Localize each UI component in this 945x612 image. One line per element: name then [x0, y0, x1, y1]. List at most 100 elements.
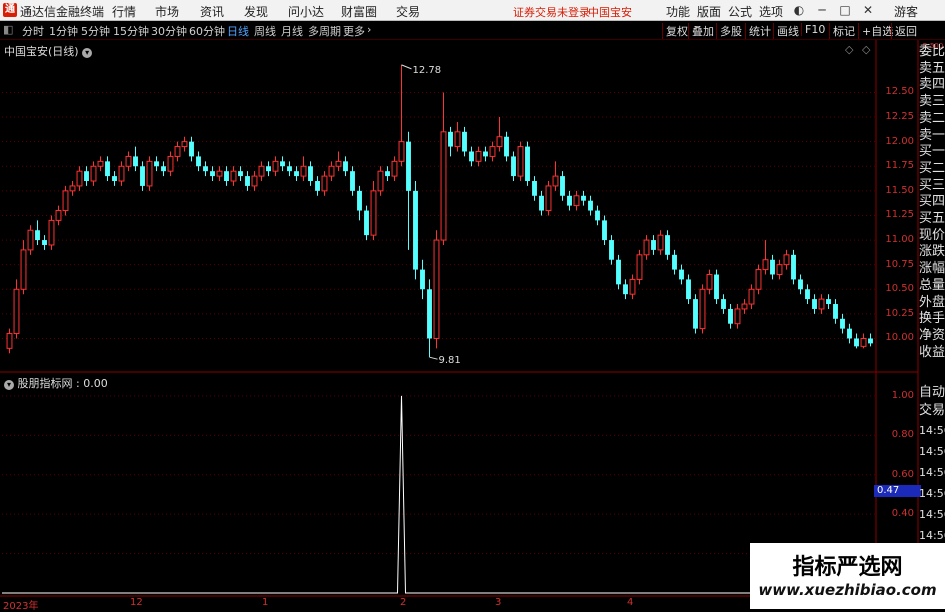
quote-field-label[interactable]: 卖四 [919, 77, 945, 93]
quote-field-label[interactable]: 收益 [919, 345, 945, 361]
candle-body [230, 170, 237, 182]
candle-body [714, 274, 719, 300]
candle-body [245, 176, 250, 186]
time-tick-label: 4 [627, 597, 634, 608]
candle [462, 126, 467, 157]
candle-body [287, 166, 292, 172]
candle-body [42, 240, 47, 245]
candle-body [118, 165, 125, 182]
candle-body [328, 165, 335, 177]
candle [230, 166, 237, 186]
candle [161, 161, 166, 177]
candle [651, 235, 656, 255]
kline-chart[interactable]: 12.78 9.81 [0, 0, 945, 609]
diamond-icon[interactable]: ◇ [845, 43, 853, 56]
quote-field-label[interactable]: 外盘 [919, 295, 945, 311]
price-tick-label: 10.25 [885, 307, 914, 319]
candle [665, 230, 670, 260]
candle-body [203, 166, 208, 172]
quote-field-label[interactable]: 总量 [919, 278, 945, 294]
candle [420, 259, 425, 300]
candle [266, 161, 271, 177]
dropdown-icon[interactable]: ▾ [82, 48, 93, 58]
candle [357, 185, 362, 221]
candle-body [364, 210, 369, 236]
quote-field-label[interactable]: 买五 [919, 211, 945, 227]
candle-body [868, 338, 873, 344]
candle-body [812, 299, 817, 309]
dropdown-icon[interactable]: ▾ [4, 380, 14, 390]
candle [798, 274, 803, 295]
candle-body [69, 185, 76, 192]
quote-field-label[interactable]: 卖三 [919, 94, 945, 110]
candle [280, 156, 285, 172]
quote-field-label[interactable]: 交易 [919, 403, 945, 419]
candle-body [454, 131, 461, 148]
candle [496, 117, 503, 152]
candle [55, 205, 62, 226]
candle [532, 176, 537, 201]
candle-body [657, 234, 664, 251]
candle-body [62, 190, 69, 212]
candle [413, 181, 418, 280]
quote-field-label[interactable]: 净资 [919, 328, 945, 344]
candle [105, 156, 110, 182]
price-tick-label: 11.75 [885, 160, 914, 172]
quote-field-label[interactable]: 现价 [919, 228, 945, 244]
candle [623, 279, 628, 300]
quote-field-label[interactable]: 涨幅 [919, 261, 945, 277]
candle-body [679, 269, 684, 280]
candle-body [567, 195, 572, 206]
candle [629, 274, 636, 300]
candle [69, 181, 76, 196]
quote-field-label[interactable]: 委比 [919, 44, 945, 60]
candle-body [609, 240, 614, 260]
candle [748, 284, 755, 309]
collapse-icon[interactable]: ◇ [862, 43, 870, 56]
candle [154, 156, 159, 172]
candle-body [588, 200, 593, 211]
quote-field-label[interactable]: 卖五 [919, 61, 945, 77]
candle-body [216, 170, 223, 177]
candle-body [133, 156, 138, 167]
candle [699, 284, 706, 334]
candle [545, 181, 552, 216]
quote-field-label[interactable]: 买三 [919, 178, 945, 194]
watermark: 指标严选网 www.xuezhibiao.com [750, 543, 945, 609]
candle-body [272, 160, 279, 172]
indicator-line [2, 395, 876, 594]
quote-field-label[interactable]: 买四 [919, 194, 945, 210]
candle [469, 146, 474, 167]
candle [27, 225, 34, 255]
candle-body [741, 303, 748, 310]
time-tick-label: 2 [400, 597, 407, 608]
candle [48, 215, 55, 250]
price-tick-label: 11.00 [885, 234, 914, 246]
candle-body [734, 308, 741, 325]
candle-body [623, 284, 628, 295]
candle-body [266, 166, 271, 172]
quote-field-label[interactable]: 涨跌 [919, 244, 945, 260]
quote-field-label[interactable]: 买一 [919, 144, 945, 160]
quote-field-label[interactable]: 买二 [919, 161, 945, 177]
candle [62, 185, 69, 216]
candle-body [693, 299, 698, 329]
candle [377, 166, 384, 196]
candle [539, 190, 544, 216]
chart-grid [0, 40, 919, 609]
candle [840, 313, 845, 334]
candle-body [6, 333, 13, 349]
candle [370, 181, 377, 241]
candle [321, 171, 328, 196]
candle-body [294, 171, 299, 177]
quote-field-label[interactable]: 卖二 [919, 111, 945, 127]
candle-body [48, 219, 55, 246]
price-tick-label: 10.50 [885, 283, 914, 295]
price-tick-label: 10.75 [885, 258, 914, 270]
candle-body [300, 165, 307, 177]
quote-field-label[interactable]: 换手 [919, 311, 945, 327]
candle-body [545, 185, 552, 212]
quote-field-label[interactable]: 卖一 [919, 128, 945, 144]
quote-field-label[interactable]: 自动 [919, 385, 945, 401]
watermark-url: www.xuezhibiao.com [758, 581, 937, 599]
